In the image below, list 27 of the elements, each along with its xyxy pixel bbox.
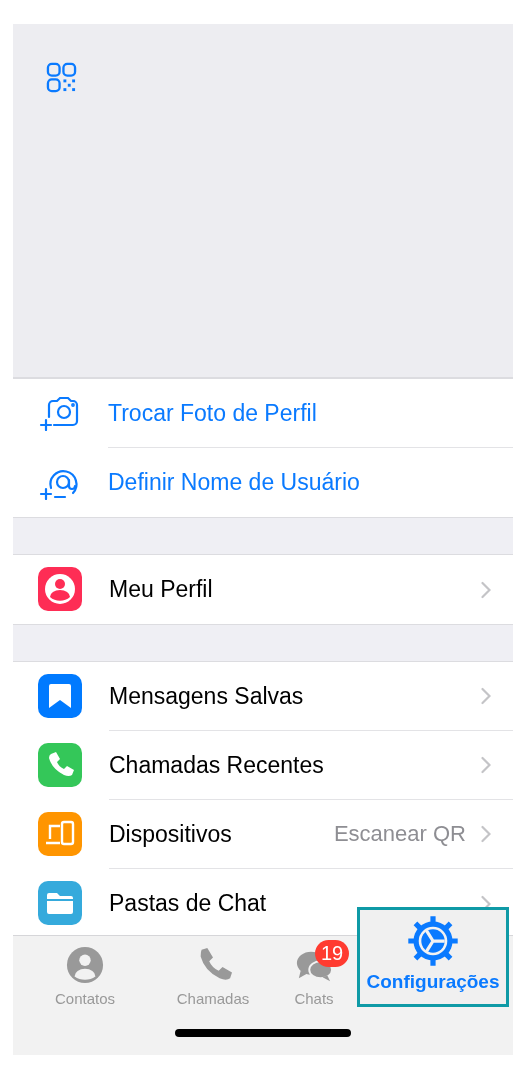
settings-icon [407,915,459,967]
tab[interactable]: Contatos [13,936,157,1012]
tab[interactable]: 19 Chats [269,936,359,1012]
menu-label: Meu Perfil [109,576,214,603]
menu-label: Mensagens Salvas [109,682,305,710]
chevron-icon [480,687,491,705]
menu-value: Escanear QR [333,821,466,847]
action-row[interactable]: Definir Nome de Usuário [13,448,513,517]
tab[interactable]: Chamadas [157,936,269,1012]
menu-label: Chamadas Recentes [109,751,325,779]
chevron-icon [480,756,491,774]
menu-row[interactable]: Mensagens Salvas [13,662,513,731]
menu-label: Dispositivos [109,820,233,848]
menu-row[interactable]: Chamadas Recentes [13,731,513,800]
contacts-icon [66,946,104,984]
menu-row[interactable]: Dispositivos Escanear QR [13,800,513,869]
qr-code-icon[interactable] [46,62,77,93]
action-row[interactable]: Trocar Foto de Perfil [13,379,513,448]
add-photo-icon [37,395,81,431]
chevron-icon [480,580,491,599]
chevron-icon [480,825,491,843]
tab[interactable]: Configurações [357,907,509,1007]
action-label: Definir Nome de Usuário [108,469,360,496]
menu-label: Pastas de Chat [109,890,268,917]
unread-badge: 19 [315,940,350,967]
action-label: Trocar Foto de Perfil [108,399,317,427]
menu-row[interactable]: Meu Perfil [13,555,513,624]
